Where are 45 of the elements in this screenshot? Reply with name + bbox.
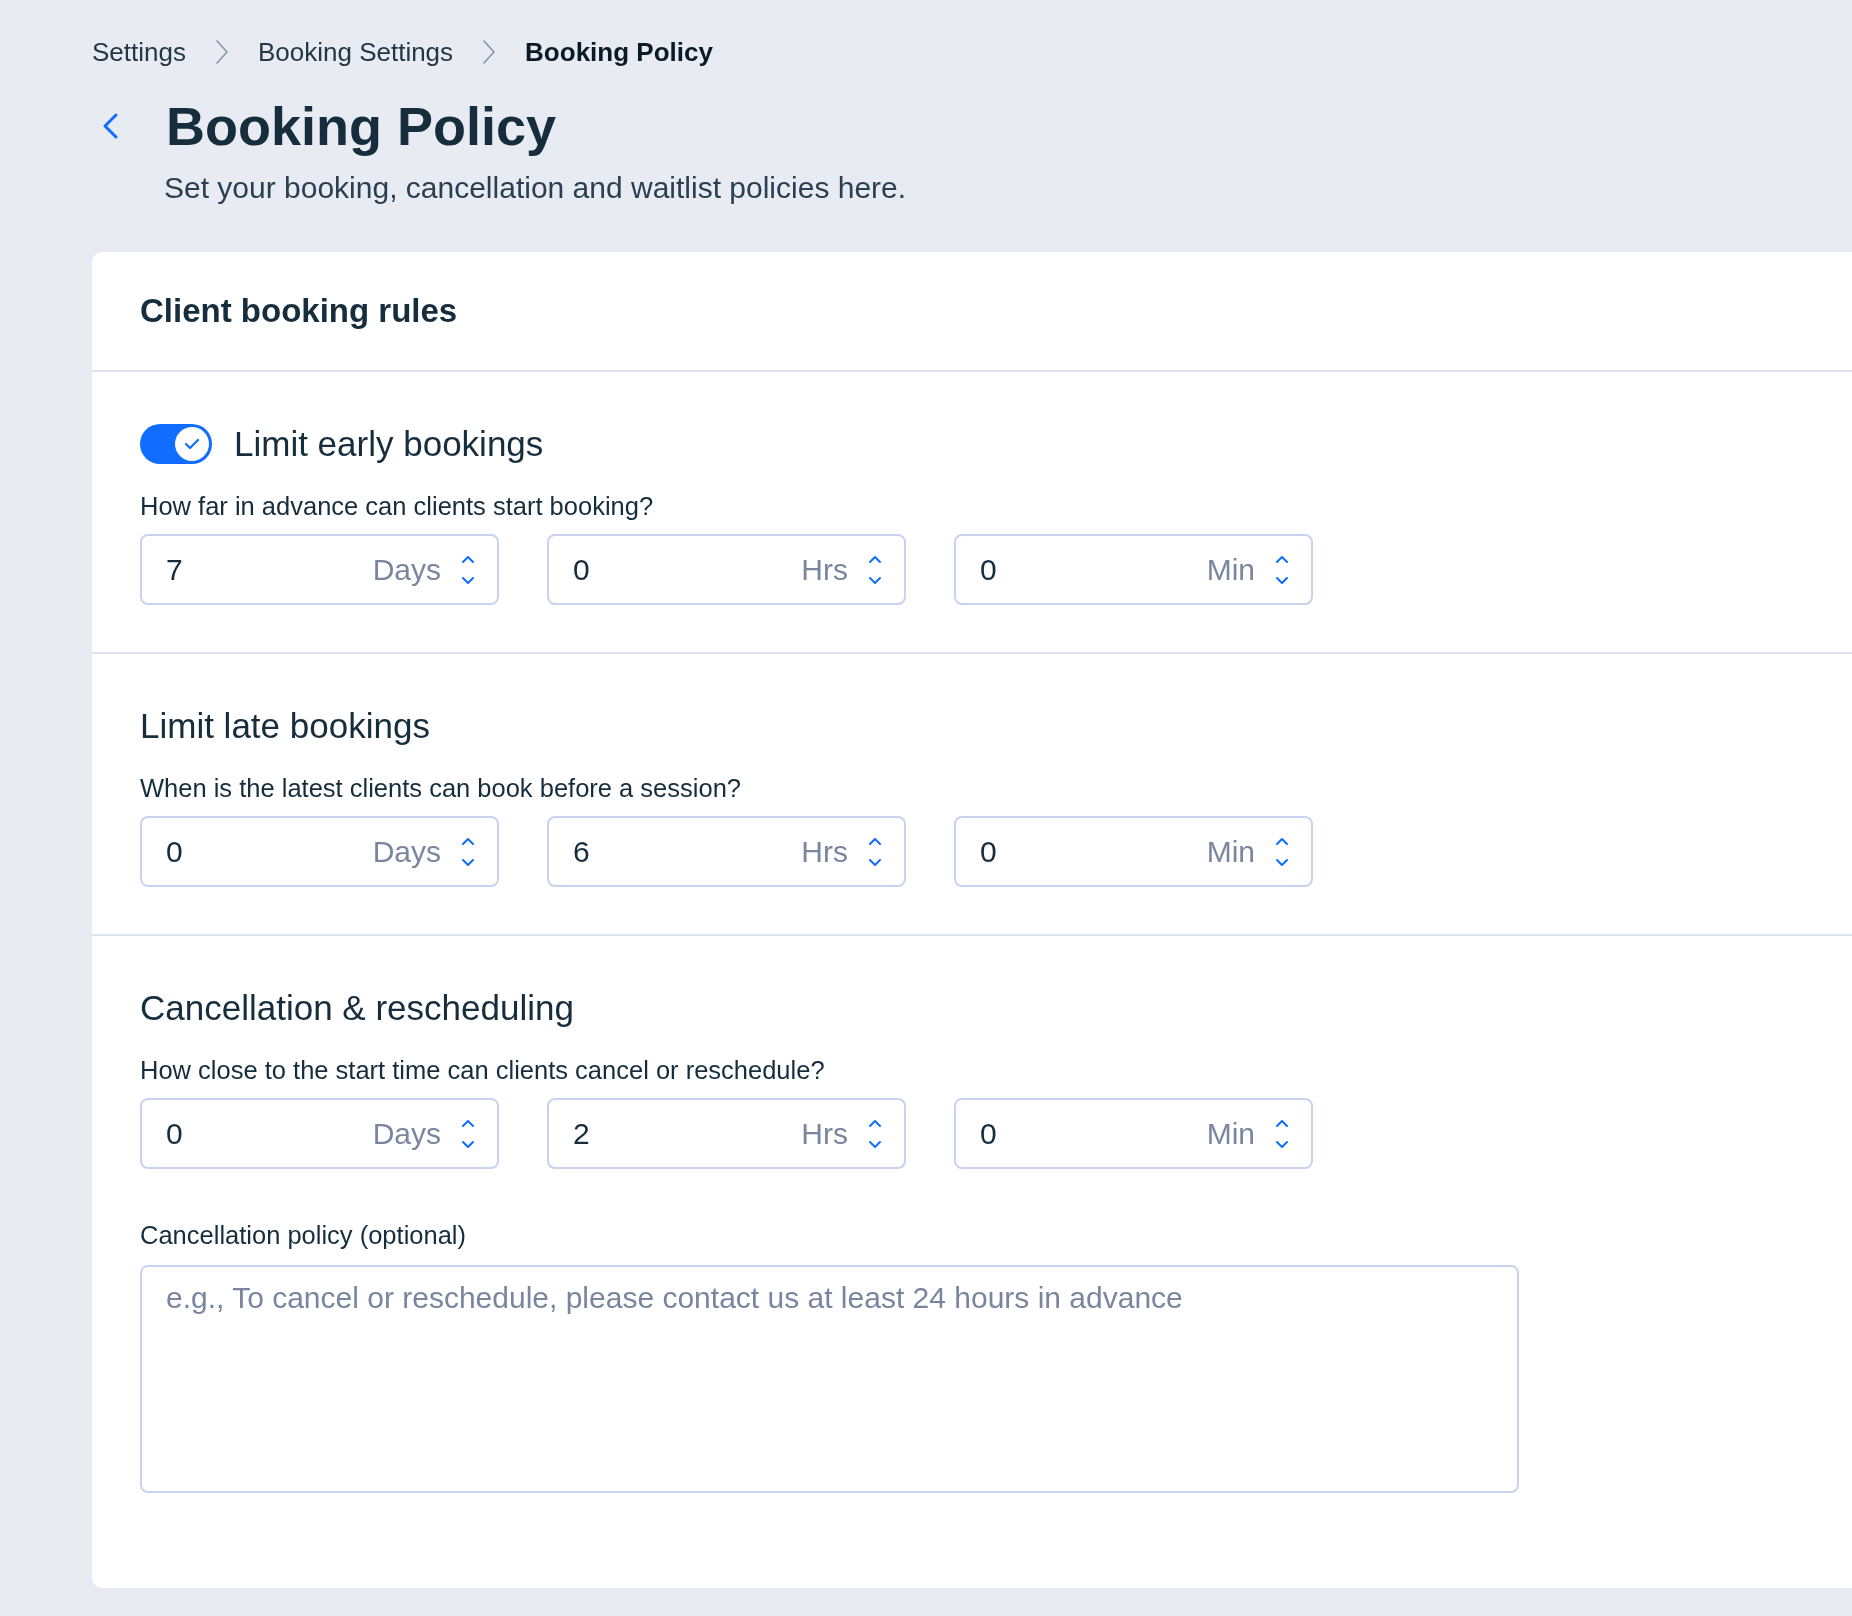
section-title: Cancellation & rescheduling <box>140 988 574 1028</box>
field-value: 0 <box>166 1116 184 1151</box>
field-label: Cancellation policy (optional) <box>140 1220 467 1251</box>
page-title: Booking Policy <box>166 95 557 157</box>
number-input-field[interactable]: 0 Days <box>140 1098 499 1169</box>
unit-label: Hrs <box>801 834 848 869</box>
unit-label: Hrs <box>801 1116 848 1151</box>
section-title: Limit late bookings <box>140 706 430 746</box>
policy-text-field[interactable]: e.g., To cancel or reschedule, please contact us at least 24 hours in advance <box>140 1265 1519 1493</box>
toggle-switch[interactable] <box>140 424 212 464</box>
field-value: 0 <box>980 552 998 587</box>
number-input-field[interactable]: 7 Days <box>140 534 499 605</box>
number-input-field[interactable]: 0 Min <box>954 1098 1313 1169</box>
field-value: 0 <box>980 834 998 869</box>
number-input-field[interactable]: 0 Min <box>954 534 1313 605</box>
unit-label: Hrs <box>801 552 848 587</box>
field-value: 0 <box>573 552 591 587</box>
chevron-right-icon <box>483 40 496 64</box>
question-text: When is the latest clients can book before a session? <box>140 773 742 804</box>
page-subtitle: Set your booking, cancellation and waitlist policies here. <box>164 170 908 206</box>
field-value: 6 <box>573 834 591 869</box>
number-input-field[interactable]: 0 Days <box>140 816 499 887</box>
breadcrumb-current: Booking Policy <box>525 36 713 68</box>
breadcrumb-link[interactable]: Settings <box>92 36 186 68</box>
chevron-right-icon <box>215 40 228 64</box>
unit-label: Days <box>372 1116 441 1151</box>
unit-label: Min <box>1206 552 1255 587</box>
number-input-field[interactable]: 0 Hrs <box>547 534 906 605</box>
unit-label: Days <box>372 834 441 869</box>
field-value: 7 <box>166 552 184 587</box>
unit-label: Days <box>372 552 441 587</box>
number-input-field[interactable]: 2 Hrs <box>547 1098 906 1169</box>
field-value: 0 <box>980 1116 998 1151</box>
number-input-field[interactable]: 0 Min <box>954 816 1313 887</box>
toggle-label: Limit early bookings <box>234 424 544 464</box>
question-text: How close to the start time can clients cancel or reschedule? <box>140 1055 826 1086</box>
breadcrumb-link[interactable]: Booking Settings <box>257 36 454 68</box>
field-value: 0 <box>166 834 184 869</box>
unit-label: Min <box>1206 1116 1255 1151</box>
checkmark-icon <box>184 438 200 450</box>
question-text: How far in advance can clients start booking? <box>140 491 655 522</box>
number-input-field[interactable]: 6 Hrs <box>547 816 906 887</box>
field-value: 2 <box>573 1116 591 1151</box>
unit-label: Min <box>1206 834 1255 869</box>
card-title: Client booking rules <box>140 292 458 330</box>
